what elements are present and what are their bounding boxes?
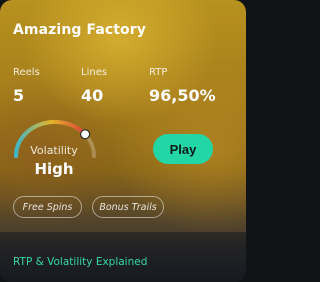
- stat-lines-value: 40: [81, 86, 104, 105]
- tag-free-spins[interactable]: Free Spins: [13, 196, 82, 218]
- stat-reels-label: Reels: [13, 67, 40, 78]
- game-title: Amazing Factory: [13, 22, 147, 38]
- stat-rtp-value: 96,50%: [149, 86, 216, 105]
- gauge-marker: [79, 129, 91, 140]
- play-button[interactable]: Play: [153, 134, 213, 164]
- rtp-volatility-link[interactable]: RTP & Volatility Explained: [13, 256, 147, 268]
- stat-rtp-label: RTP: [149, 67, 168, 78]
- volatility-label: Volatility: [30, 144, 78, 157]
- stat-lines-label: Lines: [81, 67, 108, 78]
- volatility-value: High: [34, 160, 74, 178]
- tag-bonus-trails[interactable]: Bonus Trails: [92, 196, 164, 218]
- game-card[interactable]: Amazing Factory Reels 5 Lines 40 RTP 96,…: [0, 0, 246, 282]
- stat-reels-value: 5: [13, 86, 25, 105]
